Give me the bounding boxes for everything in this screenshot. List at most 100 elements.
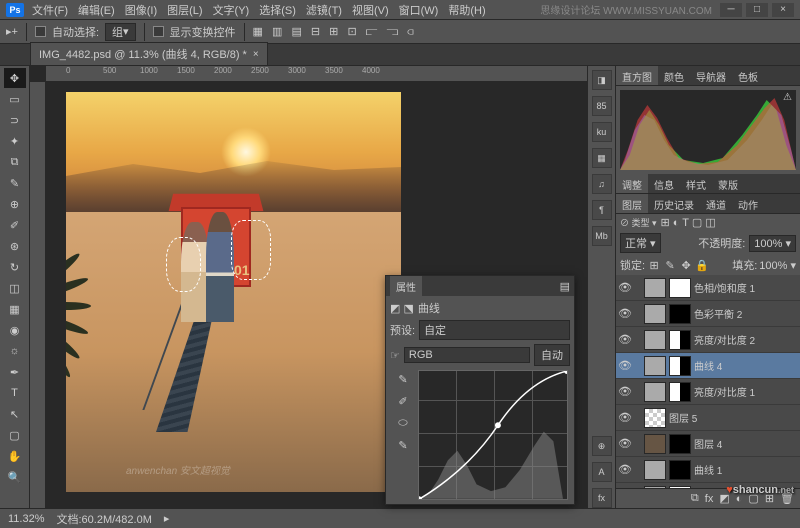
tab-masks[interactable]: 蒙版	[712, 174, 744, 193]
panel-menu-icon[interactable]: ▤	[560, 280, 570, 293]
tab-info[interactable]: 信息	[648, 174, 680, 193]
tab-channels[interactable]: 通道	[700, 194, 732, 213]
dodge-tool[interactable]: ☼	[4, 341, 26, 361]
path-tool[interactable]: ↖	[4, 404, 26, 424]
visibility-toggle[interactable]: 👁	[618, 307, 632, 320]
auto-select-dropdown[interactable]: 组 ▾	[105, 23, 136, 41]
tab-properties[interactable]: 属性	[390, 276, 422, 297]
dock-icon-1[interactable]: ◨	[592, 70, 612, 90]
layer-thumb[interactable]	[644, 408, 666, 428]
wand-tool[interactable]: ✦	[4, 131, 26, 151]
photo-canvas[interactable]: 01 anwenchan 安文超视觉	[66, 92, 401, 492]
edit-points-icon[interactable]: ⬭	[394, 414, 412, 432]
layer-mask-thumb[interactable]	[669, 278, 691, 298]
sample-white-icon[interactable]: ✐	[394, 392, 412, 410]
brush-tool[interactable]: ✐	[4, 215, 26, 235]
layer-thumb[interactable]	[644, 304, 666, 324]
visibility-toggle[interactable]: 👁	[618, 411, 632, 424]
tab-histogram[interactable]: 直方图	[616, 66, 658, 85]
tab-history[interactable]: 历史记录	[648, 194, 700, 213]
layer-row[interactable]: 👁 色相/饱和度 1	[616, 275, 800, 301]
tab-color[interactable]: 颜色	[658, 66, 690, 85]
lock-all-icon[interactable]: 🔒	[695, 258, 709, 272]
close-tab-icon[interactable]: ×	[253, 49, 259, 60]
layer-row[interactable]: 👁 色彩平衡 2	[616, 301, 800, 327]
layer-mask-thumb[interactable]	[669, 382, 691, 402]
curves-editor[interactable]	[418, 370, 568, 500]
opacity-input[interactable]: 100% ▾	[749, 235, 796, 252]
layer-mask-thumb[interactable]	[669, 460, 691, 480]
tab-adjustments[interactable]: 调整	[616, 174, 648, 193]
menu-help[interactable]: 帮助(H)	[448, 2, 485, 18]
transform-checkbox[interactable]	[153, 26, 164, 37]
layer-mask-thumb[interactable]	[669, 330, 691, 350]
dock-icon-2[interactable]: 85	[592, 96, 612, 116]
layer-row[interactable]: 👁 图层 4	[616, 431, 800, 457]
layer-thumb[interactable]	[644, 434, 666, 454]
align-icons[interactable]: ▦ ▥ ▤ ⊟ ⊞ ⊡ ⫍ ⫎ ⫏	[253, 25, 417, 39]
menu-layer[interactable]: 图层(L)	[167, 2, 202, 18]
heal-tool[interactable]: ⊕	[4, 194, 26, 214]
pen-tool[interactable]: ✒	[4, 362, 26, 382]
maximize-button[interactable]: □	[746, 3, 768, 17]
dock-icon-6[interactable]: ¶	[592, 200, 612, 220]
tab-layers[interactable]: 图层	[616, 194, 648, 213]
dock-icon-4[interactable]: ▦	[592, 148, 612, 168]
layer-thumb[interactable]	[644, 382, 666, 402]
layer-thumb[interactable]	[644, 356, 666, 376]
layer-row[interactable]: 👁 亮度/对比度 1	[616, 379, 800, 405]
layer-thumb[interactable]	[644, 330, 666, 350]
link-layers-icon[interactable]: ⧉	[691, 492, 699, 505]
fx-icon[interactable]: fx	[705, 493, 714, 505]
dock-icon-9[interactable]: A	[592, 462, 612, 482]
layer-row[interactable]: 👁 图层 5	[616, 405, 800, 431]
stamp-tool[interactable]: ⊛	[4, 236, 26, 256]
layer-mask-thumb[interactable]	[669, 434, 691, 454]
history-brush-tool[interactable]: ↻	[4, 257, 26, 277]
menu-filter[interactable]: 滤镜(T)	[306, 2, 342, 18]
zoom-level[interactable]: 11.32%	[8, 513, 45, 525]
dock-icon-3[interactable]: ku	[592, 122, 612, 142]
lock-pos-icon[interactable]: ✥	[679, 258, 693, 272]
visibility-toggle[interactable]: 👁	[618, 437, 632, 450]
visibility-toggle[interactable]: 👁	[618, 463, 632, 476]
gradient-tool[interactable]: ▦	[4, 299, 26, 319]
menu-type[interactable]: 文字(Y)	[213, 2, 250, 18]
zoom-tool[interactable]: 🔍	[4, 467, 26, 487]
visibility-toggle[interactable]: 👁	[618, 281, 632, 294]
move-tool[interactable]: ✥	[4, 68, 26, 88]
dock-icon-5[interactable]: ♫	[592, 174, 612, 194]
layer-mask-thumb[interactable]	[669, 304, 691, 324]
layer-thumb[interactable]	[644, 460, 666, 480]
lasso-tool[interactable]: ⊃	[4, 110, 26, 130]
minimize-button[interactable]: ─	[720, 3, 742, 17]
channel-dropdown[interactable]: RGB	[404, 347, 530, 363]
visibility-toggle[interactable]: 👁	[618, 385, 632, 398]
preset-dropdown[interactable]: 自定	[419, 320, 570, 340]
tab-styles[interactable]: 样式	[680, 174, 712, 193]
document-tab[interactable]: IMG_4482.psd @ 11.3% (曲线 4, RGB/8) * ×	[30, 42, 268, 65]
tab-actions[interactable]: 动作	[732, 194, 764, 213]
menu-file[interactable]: 文件(F)	[32, 2, 68, 18]
tab-navigator[interactable]: 导航器	[690, 66, 732, 85]
menu-image[interactable]: 图像(I)	[125, 2, 157, 18]
menu-window[interactable]: 窗口(W)	[399, 2, 439, 18]
dock-icon-10[interactable]: fx	[592, 488, 612, 508]
menu-select[interactable]: 选择(S)	[259, 2, 296, 18]
marquee-tool[interactable]: ▭	[4, 89, 26, 109]
blend-mode-dropdown[interactable]: 正常 ▾	[620, 233, 661, 253]
fill-input[interactable]: 100% ▾	[759, 259, 796, 272]
menu-view[interactable]: 视图(V)	[352, 2, 389, 18]
close-button[interactable]: ×	[772, 3, 794, 17]
tab-swatches[interactable]: 色板	[732, 66, 764, 85]
shape-tool[interactable]: ▢	[4, 425, 26, 445]
eraser-tool[interactable]: ◫	[4, 278, 26, 298]
type-tool[interactable]: T	[4, 383, 26, 403]
crop-tool[interactable]: ⧉	[4, 152, 26, 172]
lock-trans-icon[interactable]: ⊞	[647, 258, 661, 272]
visibility-toggle[interactable]: 👁	[618, 359, 632, 372]
menu-edit[interactable]: 编辑(E)	[78, 2, 115, 18]
properties-panel[interactable]: 属性 ▤ ◩ ⬔ 曲线 预设: 自定 ☞ RGB 自动 ✎ ✐ ⬭ ✎	[385, 275, 575, 505]
layer-row[interactable]: 👁 曲线 4	[616, 353, 800, 379]
hand-tool[interactable]: ✋	[4, 446, 26, 466]
